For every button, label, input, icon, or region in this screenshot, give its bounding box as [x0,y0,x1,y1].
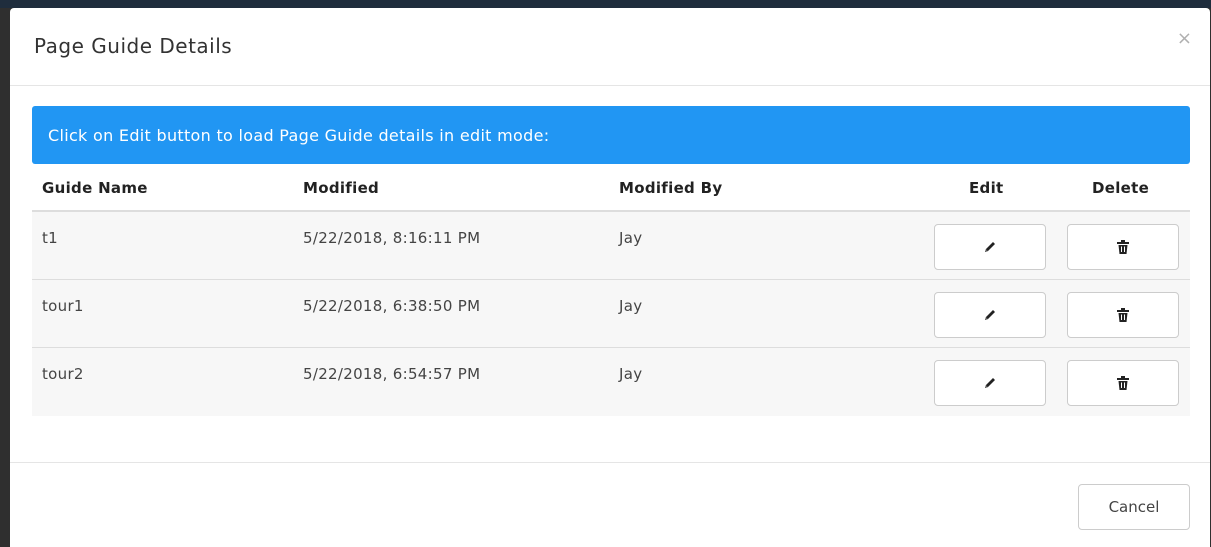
header-modified-by: Modified By [619,179,723,197]
cancel-button[interactable]: Cancel [1078,484,1190,530]
page-guide-details-modal: Page Guide Details × Click on Edit butto… [10,8,1210,547]
modal-title: Page Guide Details [34,34,233,58]
info-banner: Click on Edit button to load Page Guide … [32,106,1190,164]
header-edit: Edit [969,179,1004,197]
close-icon[interactable]: × [1177,30,1192,48]
modified-cell: 5/22/2018, 6:54:57 PM [303,365,481,383]
edit-button[interactable] [934,360,1046,406]
edit-button[interactable] [934,224,1046,270]
header-delete: Delete [1092,179,1150,197]
table-row: tour1 5/22/2018, 6:38:50 PM Jay [32,280,1190,348]
modified-by-cell: Jay [619,229,643,247]
delete-button[interactable] [1067,360,1179,406]
guide-name-cell: tour2 [42,365,84,383]
guides-table: Guide Name Modified Modified By Edit Del… [32,164,1190,416]
pencil-icon [985,242,995,252]
pencil-icon [985,378,995,388]
modified-cell: 5/22/2018, 8:16:11 PM [303,229,481,247]
trash-icon [1117,308,1129,322]
delete-button[interactable] [1067,292,1179,338]
table-row: tour2 5/22/2018, 6:54:57 PM Jay [32,348,1190,416]
guide-name-cell: t1 [42,229,59,247]
page-top-bar [0,0,1211,8]
trash-icon [1117,240,1129,254]
modal-header: Page Guide Details × [10,8,1210,86]
header-modified: Modified [303,179,380,197]
modified-by-cell: Jay [619,365,643,383]
modified-by-cell: Jay [619,297,643,315]
edit-button[interactable] [934,292,1046,338]
table-row: t1 5/22/2018, 8:16:11 PM Jay [32,212,1190,280]
delete-button[interactable] [1067,224,1179,270]
modal-footer: Cancel [10,462,1210,547]
guide-name-cell: tour1 [42,297,84,315]
pencil-icon [985,310,995,320]
modified-cell: 5/22/2018, 6:38:50 PM [303,297,481,315]
table-header: Guide Name Modified Modified By Edit Del… [32,164,1190,212]
trash-icon [1117,376,1129,390]
header-guide-name: Guide Name [42,179,148,197]
